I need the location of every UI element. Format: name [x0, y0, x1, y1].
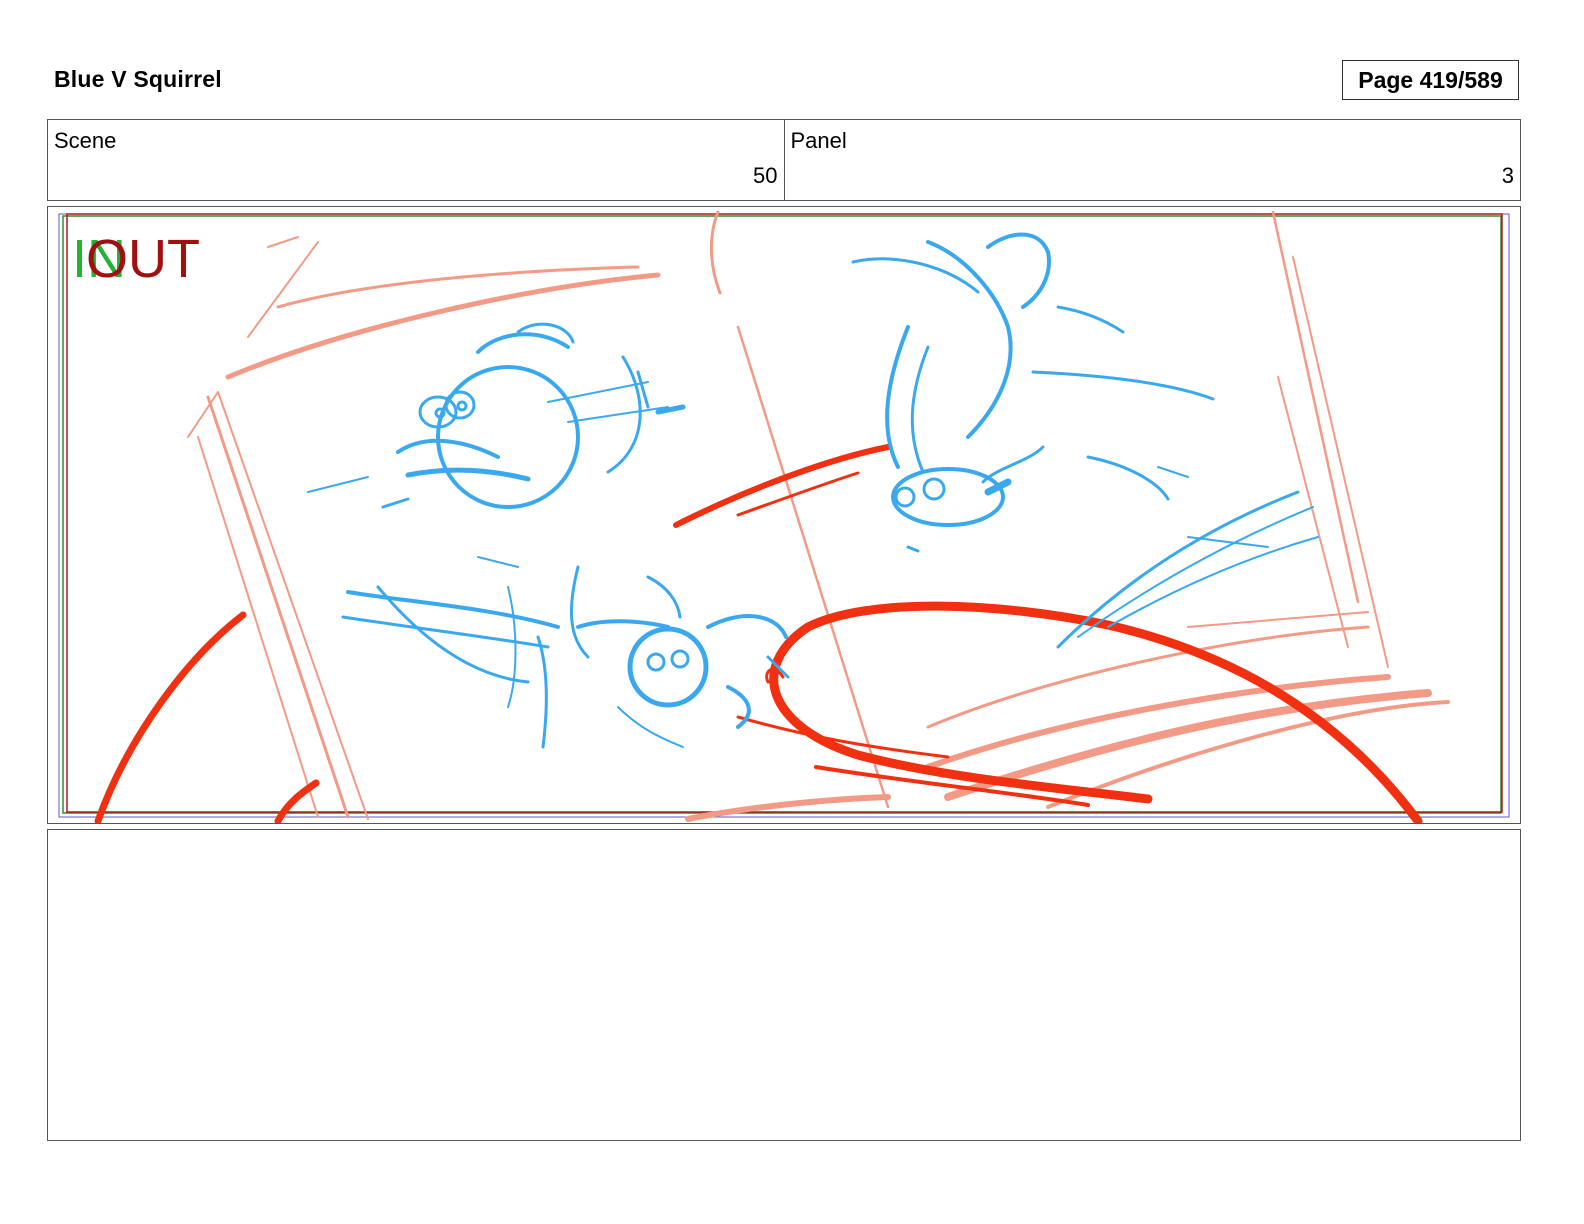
- storyboard-sketch: [58, 210, 1510, 823]
- out-frame-guide: [66, 213, 1503, 813]
- scene-cell: Scene 50: [48, 120, 784, 200]
- page-number: Page 419/589: [1358, 66, 1503, 93]
- page-number-box: Page 419/589: [1342, 60, 1519, 100]
- action-lines-sketch: [94, 444, 1423, 823]
- panel-number: 3: [1501, 163, 1514, 188]
- project-title: Blue V Squirrel: [54, 66, 222, 92]
- characters-sketch: [307, 232, 1319, 749]
- panel-label: Panel: [790, 128, 847, 153]
- scene-panel-info-row: Scene 50 Panel 3: [47, 119, 1521, 201]
- in-out-marker: IN OUT: [72, 229, 202, 289]
- panel-cell: Panel 3: [783, 120, 1521, 200]
- out-marker: OUT: [86, 229, 200, 289]
- book-sketch: [187, 210, 1450, 822]
- scene-number: 50: [753, 163, 778, 188]
- notes-box[interactable]: [47, 829, 1521, 1141]
- storyboard-panel-image: IN OUT: [47, 206, 1521, 824]
- scene-label: Scene: [54, 128, 117, 153]
